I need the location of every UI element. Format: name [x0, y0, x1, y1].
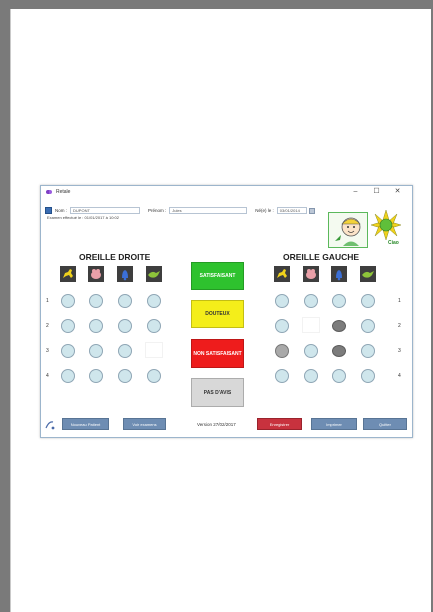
response-circle[interactable] [304, 294, 318, 308]
window-title: Retale [56, 189, 71, 195]
response-circle[interactable] [89, 319, 103, 333]
response-circle[interactable] [304, 344, 318, 358]
response-circle[interactable] [304, 369, 318, 383]
dog-icon[interactable] [60, 266, 76, 282]
response-circle[interactable] [118, 369, 132, 383]
quitter-button[interactable]: Quitter [363, 418, 407, 430]
satisfaisant-button[interactable]: SATISFAISANT [191, 262, 244, 290]
response-circle[interactable] [361, 319, 375, 333]
response-circle[interactable] [61, 344, 75, 358]
imprimer-button[interactable]: Imprimer [311, 418, 357, 430]
pas-avis-button[interactable]: PAS D'AVIS [191, 378, 244, 407]
response-circle[interactable] [275, 369, 289, 383]
response-circle[interactable] [89, 294, 103, 308]
patient-file-icon[interactable] [45, 207, 52, 214]
pig-icon[interactable] [303, 266, 319, 282]
response-circle-selected[interactable] [332, 345, 346, 357]
page: { "window": { "title": "Retale", "minimi… [0, 0, 433, 612]
response-circle[interactable] [147, 294, 161, 308]
bell-icon[interactable] [331, 266, 347, 282]
response-circle[interactable] [361, 294, 375, 308]
enregistrer-button[interactable]: Enregistrer [257, 418, 302, 430]
response-circle[interactable] [332, 369, 346, 383]
patient-row: Nom : DUPONT Prénom : Jules Né(e) le : 0… [45, 207, 315, 214]
response-circle[interactable] [89, 344, 103, 358]
voir-examens-button[interactable]: Voir examens [123, 418, 166, 430]
response-circle[interactable] [61, 319, 75, 333]
response-circle[interactable] [118, 294, 132, 308]
prenom-label: Prénom : [148, 208, 167, 213]
dob-field[interactable]: 03/01/2014 [276, 207, 307, 214]
sun-logo: Ciao [369, 209, 403, 246]
response-circle[interactable] [332, 294, 346, 308]
oreille-gauche-title: OREILLE GAUCHE [283, 252, 360, 262]
dob-label: Né(e) le : [255, 208, 274, 213]
response-circle[interactable] [61, 294, 75, 308]
version-label: Version 27/02/2017 [197, 422, 236, 427]
retale-window: Retale – ☐ ✕ Nom : DUPONT Prénom : Jules… [40, 185, 413, 438]
bird-icon[interactable] [360, 266, 376, 282]
row-number-right: 4 [46, 373, 49, 379]
child-hearing-logo [328, 212, 368, 248]
minimize-button[interactable]: – [345, 187, 366, 197]
svg-text:Ciao: Ciao [388, 240, 399, 246]
row-number-left: 3 [398, 348, 401, 354]
douteux-button[interactable]: DOUTEUX [191, 300, 244, 328]
nom-field[interactable]: DUPONT [70, 207, 141, 214]
row-number-right: 2 [46, 323, 49, 329]
response-circle[interactable] [275, 294, 289, 308]
empty-cell [302, 317, 320, 333]
response-circle[interactable] [361, 369, 375, 383]
window-controls: – ☐ ✕ [345, 187, 408, 197]
response-circle-doubtful[interactable] [275, 344, 289, 358]
response-circle[interactable] [118, 319, 132, 333]
response-circle[interactable] [361, 344, 375, 358]
row-number-right: 3 [46, 348, 49, 354]
close-button[interactable]: ✕ [387, 187, 408, 197]
bell-icon[interactable] [117, 266, 133, 282]
response-circle[interactable] [89, 369, 103, 383]
maximize-button[interactable]: ☐ [366, 187, 387, 197]
title-bar: Retale – ☐ ✕ [41, 186, 412, 198]
exam-date-text: Examen effectué le : 01/01/2017 à 10:02 [47, 215, 119, 220]
oreille-droite-title: OREILLE DROITE [79, 252, 151, 262]
response-circle[interactable] [147, 319, 161, 333]
bird-icon[interactable] [146, 266, 162, 282]
dog-icon[interactable] [274, 266, 290, 282]
non-satisfaisant-button[interactable]: NON SATISFAISANT [191, 339, 244, 368]
empty-cell [145, 342, 163, 358]
response-circle[interactable] [118, 344, 132, 358]
calendar-icon[interactable] [308, 207, 315, 214]
response-circle-selected[interactable] [332, 320, 346, 332]
nom-label: Nom : [55, 208, 68, 213]
nouveau-patient-button[interactable]: Nouveau Patient [62, 418, 109, 430]
row-number-right: 1 [46, 298, 49, 304]
response-circle[interactable] [61, 369, 75, 383]
row-number-left: 2 [398, 323, 401, 329]
row-number-left: 4 [398, 373, 401, 379]
row-number-left: 1 [398, 298, 401, 304]
response-circle[interactable] [275, 319, 289, 333]
prenom-field[interactable]: Jules [169, 207, 248, 214]
response-circle[interactable] [147, 369, 161, 383]
pig-icon[interactable] [88, 266, 104, 282]
help-icon[interactable] [45, 420, 55, 430]
butterfly-icon [46, 189, 53, 195]
